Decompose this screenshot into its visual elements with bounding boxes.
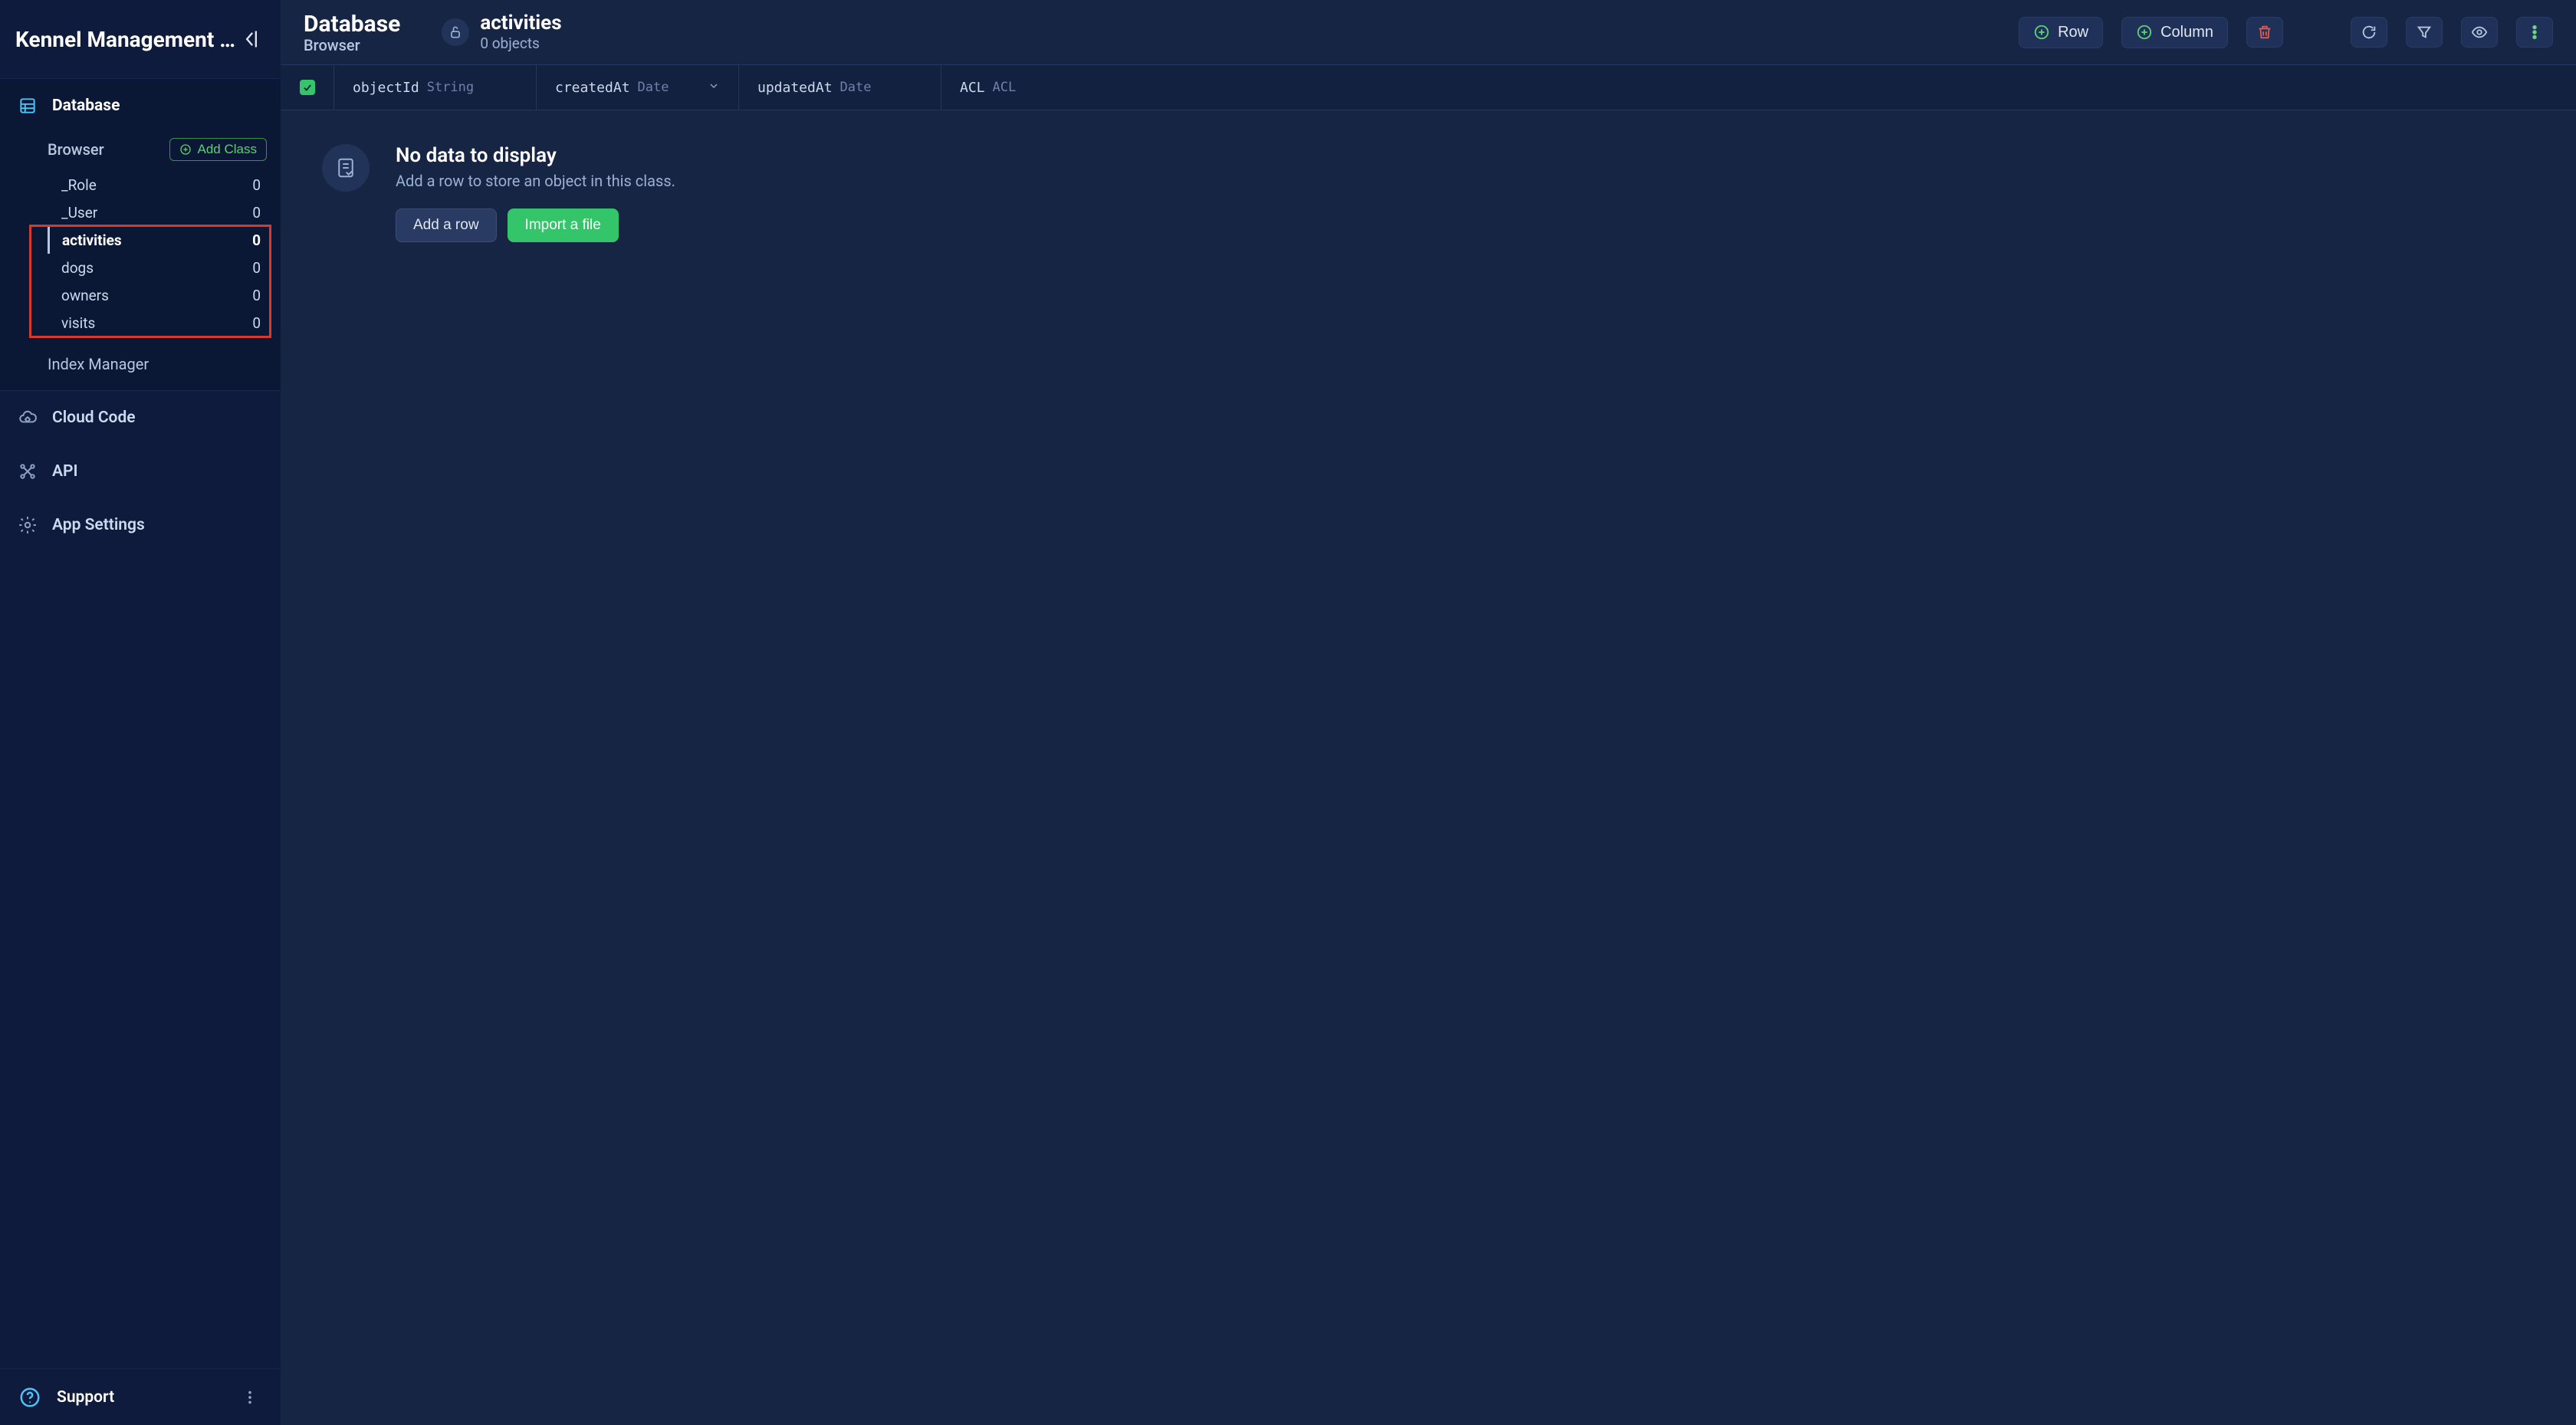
empty-subtitle: Add a row to store an object in this cla… xyxy=(396,172,675,190)
nav-label-database: Database xyxy=(52,97,120,115)
class-item-dogs[interactable]: dogs 0 xyxy=(48,254,267,281)
trash-icon xyxy=(2256,24,2273,41)
column-header-row: objectId String createdAt Date updatedAt… xyxy=(281,64,2576,110)
sidebar-header: Kennel Management … xyxy=(0,0,281,78)
delete-button[interactable] xyxy=(2246,17,2283,48)
sidebar: Kennel Management … xyxy=(0,0,281,1425)
checkbox-checked-icon xyxy=(300,80,315,95)
more-button[interactable] xyxy=(2516,17,2553,48)
empty-state: No data to display Add a row to store an… xyxy=(281,110,2576,276)
browser-label: Browser xyxy=(48,140,104,159)
column-header-acl[interactable]: ACL ACL xyxy=(941,65,2576,110)
class-item-visits[interactable]: visits 0 xyxy=(48,309,267,337)
plus-circle-icon xyxy=(2136,24,2153,41)
refresh-button[interactable] xyxy=(2351,17,2387,48)
class-item-activities[interactable]: activities 0 xyxy=(48,226,267,254)
nav-item-cloud-code[interactable]: Cloud Code xyxy=(0,391,281,445)
column-header-updatedat[interactable]: updatedAt Date xyxy=(739,65,941,110)
empty-state-icon xyxy=(322,144,370,192)
visibility-button[interactable] xyxy=(2461,17,2498,48)
sidebar-footer: Support xyxy=(0,1368,281,1425)
breadcrumb-main: Database xyxy=(304,11,400,37)
eye-icon xyxy=(2471,24,2488,41)
footer-more-button[interactable] xyxy=(236,1384,264,1411)
chevron-collapse-icon xyxy=(241,28,262,50)
class-pill[interactable]: activities 0 objects xyxy=(442,12,561,52)
lock-open-icon xyxy=(442,18,469,46)
nav-section-database: Database Browser Add Class xyxy=(0,78,281,391)
empty-import-file-button[interactable]: Import a file xyxy=(508,208,619,242)
nav-item-app-settings[interactable]: App Settings xyxy=(0,498,281,552)
breadcrumb-sub: Browser xyxy=(304,37,400,54)
sort-desc-icon xyxy=(708,80,720,96)
gear-icon xyxy=(17,514,38,536)
class-item-user[interactable]: _User 0 xyxy=(48,199,267,226)
column-header-objectid[interactable]: objectId String xyxy=(334,65,537,110)
class-item-owners[interactable]: owners 0 xyxy=(48,281,267,309)
nav-index-manager[interactable]: Index Manager xyxy=(0,347,281,381)
nav-label-api: API xyxy=(52,462,78,481)
class-item-role[interactable]: _Role 0 xyxy=(48,171,267,199)
nav-item-api[interactable]: API xyxy=(0,445,281,498)
column-header-createdat[interactable]: createdAt Date xyxy=(537,65,739,110)
highlight-box: activities 0 dogs 0 owners 0 xyxy=(48,226,267,337)
browser-header: Browser Add Class xyxy=(48,133,267,166)
support-label[interactable]: Support xyxy=(57,1388,222,1407)
nav-label-app-settings: App Settings xyxy=(52,516,145,534)
add-column-button[interactable]: Column xyxy=(2121,17,2228,48)
collapse-sidebar-button[interactable] xyxy=(238,25,265,53)
column-select-all[interactable] xyxy=(281,65,334,110)
plus-circle-icon xyxy=(2033,24,2050,41)
class-list: _Role 0 _User 0 activities 0 xyxy=(48,171,267,337)
empty-add-row-button[interactable]: Add a row xyxy=(396,208,497,242)
support-icon xyxy=(17,1384,43,1410)
app-name: Kennel Management … xyxy=(15,27,238,52)
database-icon xyxy=(17,95,38,117)
topbar: Database Browser activities 0 objects xyxy=(281,0,2576,64)
api-icon xyxy=(17,461,38,482)
refresh-icon xyxy=(2361,24,2377,41)
nav-item-database[interactable]: Database xyxy=(0,79,281,133)
more-vertical-icon xyxy=(242,1389,258,1406)
current-class-count: 0 objects xyxy=(480,35,561,52)
more-vertical-icon xyxy=(2526,24,2543,41)
filter-icon xyxy=(2416,24,2433,41)
nav-label-cloud-code: Cloud Code xyxy=(52,409,136,427)
current-class-name: activities xyxy=(480,12,561,35)
add-class-button[interactable]: Add Class xyxy=(169,138,267,161)
cloud-code-icon xyxy=(17,407,38,428)
filter-button[interactable] xyxy=(2406,17,2443,48)
plus-circle-icon xyxy=(179,143,192,156)
add-row-button[interactable]: Row xyxy=(2019,17,2103,48)
breadcrumb: Database Browser xyxy=(304,11,400,54)
main: Database Browser activities 0 objects xyxy=(281,0,2576,1425)
empty-title: No data to display xyxy=(396,144,675,167)
